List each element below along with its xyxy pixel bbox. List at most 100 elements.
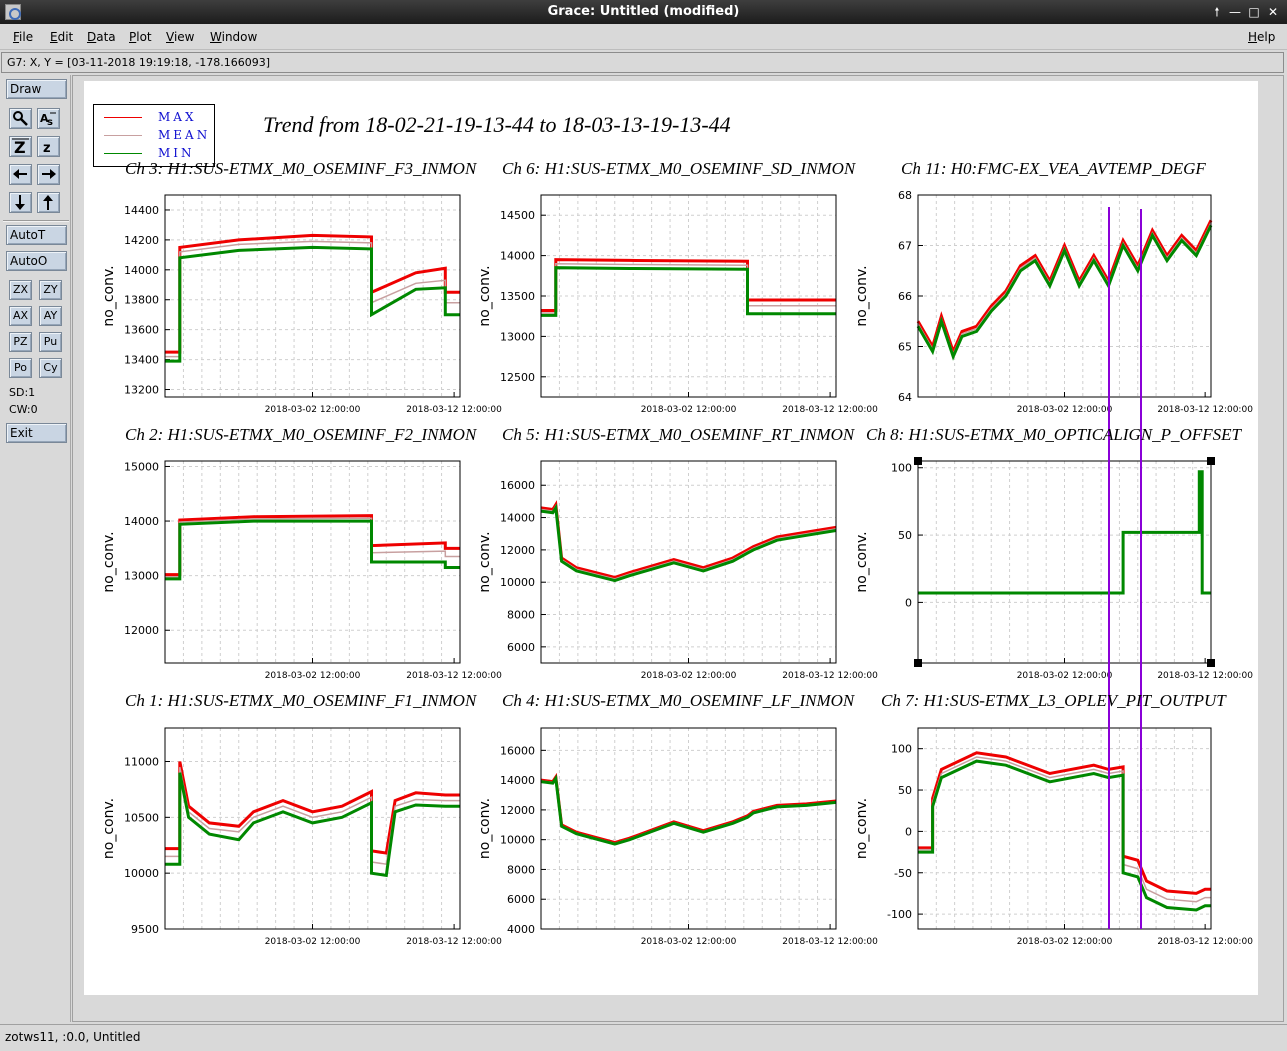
- y-tick-label: 14000: [500, 512, 535, 525]
- y-tick-label: 10000: [124, 867, 159, 880]
- y-tick-label: 4000: [507, 923, 535, 936]
- y-tick-label: 6000: [507, 641, 535, 654]
- y-tick-label: 50: [898, 784, 912, 797]
- y-tick-label: 12000: [124, 624, 159, 637]
- selection-handle[interactable]: [1207, 659, 1215, 667]
- plot-main-title: Trend from 18-02-21-19-13-44 to 18-03-13…: [263, 112, 731, 137]
- graph-1[interactable]: 12500 13000 13500 14000 14500 2018-03-02 12:0…: [477, 194, 878, 415]
- x-tick-label: 2018-03-12 12:00:00: [782, 671, 878, 681]
- graph-title-g1: Ch 6: H1:SUS-ETMX_M0_OSEMINF_SD_INMON: [502, 159, 856, 178]
- selection-handle[interactable]: [914, 659, 922, 667]
- x-tick-label: 2018-03-02 12:00:00: [641, 671, 737, 681]
- graph-8[interactable]: -100 -50 0 50 100 2018-03-02 12:00:00 2018-03-…: [854, 727, 1253, 947]
- y-tick-label: 65: [898, 341, 912, 354]
- graph-title-g5: Ch 8: H1:SUS-ETMX_M0_OPTICALIGN_P_OFFSET: [866, 425, 1241, 444]
- y-axis-label: no_conv.: [477, 265, 493, 326]
- y-tick-label: -50: [894, 867, 912, 880]
- y-tick-label: 12000: [500, 544, 535, 557]
- y-tick-label: 10000: [500, 576, 535, 589]
- y-tick-label: 50: [898, 529, 912, 542]
- y-tick-label: 100: [891, 462, 912, 475]
- legend: MAX MEAN MIN: [93, 104, 215, 167]
- y-tick-label: 12000: [500, 804, 535, 817]
- legend-max: MAX: [94, 109, 214, 127]
- y-tick-label: 14400: [124, 204, 159, 217]
- graph-0[interactable]: 13200 13400 13600 13800 14000 14200 14400 2018-…: [101, 194, 502, 415]
- graph-7[interactable]: 4000 6000 8000 10000 12000 14000 16000 2018-03-…: [477, 727, 878, 947]
- legend-mean-label: MEAN: [158, 128, 211, 142]
- x-tick-label: 2018-03-12 12:00:00: [406, 671, 502, 681]
- graph-title-g7: Ch 4: H1:SUS-ETMX_M0_OSEMINF_LF_INMON: [502, 691, 855, 710]
- x-tick-label: 2018-03-12 12:00:00: [406, 937, 502, 947]
- x-tick-label: 2018-03-02 12:00:00: [1017, 671, 1113, 681]
- y-tick-label: 64: [898, 391, 912, 404]
- y-axis-label: no_conv.: [101, 798, 117, 859]
- y-tick-label: 15000: [124, 460, 159, 473]
- y-tick-label: 6000: [507, 893, 535, 906]
- y-tick-label: 13400: [124, 354, 159, 367]
- graph-2[interactable]: 64 65 66 67 68 2018-03-02 12:00:00 2018-03-12 …: [854, 189, 1253, 415]
- y-tick-label: 8000: [507, 863, 535, 876]
- y-tick-label: 11000: [124, 756, 159, 769]
- y-tick-label: 12500: [500, 371, 535, 384]
- legend-mean: MEAN: [94, 127, 214, 145]
- y-axis-label: no_conv.: [101, 265, 117, 326]
- y-tick-label: 13600: [124, 324, 159, 337]
- graph-title-g8: Ch 7: H1:SUS-ETMX_L3_OPLEV_PIT_OUTPUT: [881, 691, 1226, 710]
- graph-title-g3: Ch 2: H1:SUS-ETMX_M0_OSEMINF_F2_INMON: [125, 425, 477, 444]
- y-tick-label: 10000: [500, 834, 535, 847]
- y-tick-label: 8000: [507, 609, 535, 622]
- y-tick-label: 66: [898, 290, 912, 303]
- y-tick-label: 14200: [124, 234, 159, 247]
- x-tick-label: 2018-03-12 12:00:00: [406, 405, 502, 415]
- legend-max-swatch: [104, 117, 142, 118]
- y-axis-label: no_conv.: [854, 265, 870, 326]
- x-tick-label: 2018-03-02 12:00:00: [1017, 937, 1113, 947]
- y-axis-label: no_conv.: [477, 531, 493, 592]
- y-tick-label: 14000: [124, 515, 159, 528]
- y-tick-label: 68: [898, 189, 912, 202]
- y-axis-label: no_conv.: [101, 531, 117, 592]
- x-tick-label: 2018-03-12 12:00:00: [1157, 405, 1253, 415]
- y-tick-label: 0: [905, 596, 912, 609]
- y-tick-label: 9500: [131, 923, 159, 936]
- x-tick-label: 2018-03-12 12:00:00: [1157, 937, 1253, 947]
- selection-handle[interactable]: [1207, 457, 1215, 465]
- graph-6[interactable]: 9500 10000 10500 11000 2018-03-02 12:00:00 20…: [101, 727, 502, 947]
- y-tick-label: 14500: [500, 209, 535, 222]
- y-tick-label: -100: [887, 908, 912, 921]
- graph-4[interactable]: 6000 8000 10000 12000 14000 16000 2018-03-02 1…: [477, 460, 878, 681]
- legend-mean-swatch: [104, 135, 142, 136]
- x-tick-label: 2018-03-12 12:00:00: [1157, 671, 1253, 681]
- graph-3[interactable]: 12000 13000 14000 15000 2018-03-02 12:00:00 2…: [101, 460, 502, 681]
- y-tick-label: 13000: [124, 570, 159, 583]
- x-tick-label: 2018-03-12 12:00:00: [782, 937, 878, 947]
- x-tick-label: 2018-03-02 12:00:00: [641, 937, 737, 947]
- legend-min-label: MIN: [158, 146, 195, 160]
- y-axis-label: no_conv.: [477, 798, 493, 859]
- graph-title-g4: Ch 5: H1:SUS-ETMX_M0_OSEMINF_RT_INMON: [502, 425, 855, 444]
- legend-min-swatch: [104, 153, 142, 154]
- graph-title-g0: Ch 3: H1:SUS-ETMX_M0_OSEMINF_F3_INMON: [125, 159, 477, 178]
- graph-title-g2: Ch 11: H0:FMC-EX_VEA_AVTEMP_DEGF: [901, 159, 1206, 178]
- y-tick-label: 14000: [500, 774, 535, 787]
- selection-handle[interactable]: [914, 457, 922, 465]
- status-bar: zotws11, :0.0, Untitled: [0, 1024, 1287, 1051]
- y-axis-label: no_conv.: [854, 798, 870, 859]
- y-tick-label: 14000: [124, 264, 159, 277]
- y-tick-label: 10500: [124, 811, 159, 824]
- x-tick-label: 2018-03-02 12:00:00: [641, 405, 737, 415]
- x-tick-label: 2018-03-02 12:00:00: [265, 937, 361, 947]
- x-tick-label: 2018-03-12 12:00:00: [782, 405, 878, 415]
- y-axis-label: no_conv.: [854, 531, 870, 592]
- y-tick-label: 67: [898, 240, 912, 253]
- y-tick-label: 16000: [500, 744, 535, 757]
- graph-5[interactable]: 0 50 100 2018-03-02 12:00:00 2018-03-12 12:0…: [854, 460, 1253, 681]
- y-tick-label: 0: [905, 825, 912, 838]
- y-tick-label: 13000: [500, 330, 535, 343]
- x-tick-label: 2018-03-02 12:00:00: [265, 405, 361, 415]
- legend-max-label: MAX: [158, 110, 197, 124]
- x-tick-label: 2018-03-02 12:00:00: [265, 671, 361, 681]
- y-tick-label: 13800: [124, 294, 159, 307]
- y-tick-label: 13500: [500, 290, 535, 303]
